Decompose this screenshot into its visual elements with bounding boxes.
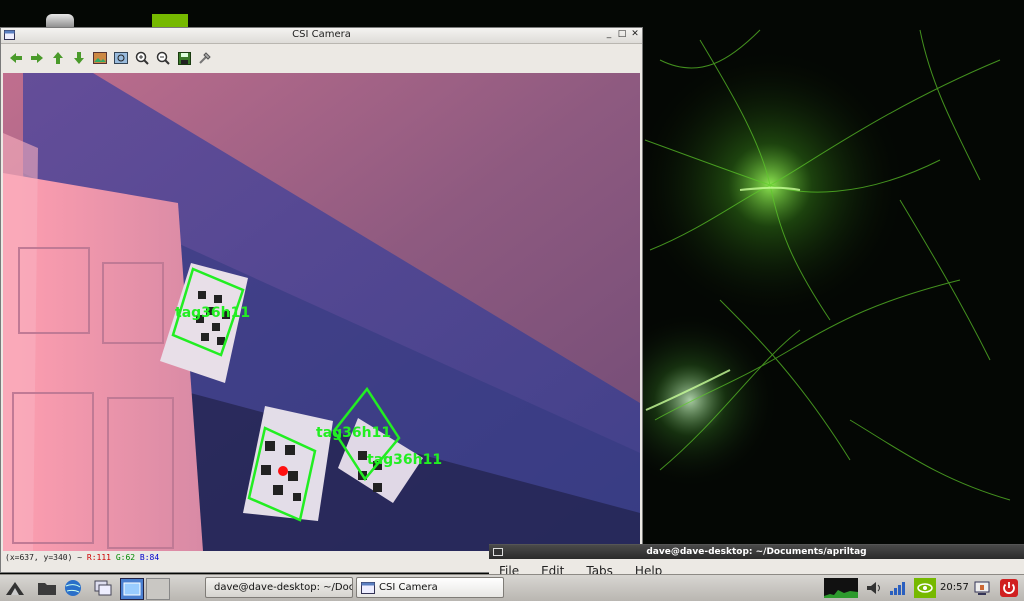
arrow-right-icon[interactable] bbox=[28, 49, 46, 67]
arrow-down-icon[interactable] bbox=[70, 49, 88, 67]
task-terminal-label: dave@dave-desktop: ~/Doc... bbox=[214, 582, 353, 593]
arrow-up-icon[interactable] bbox=[49, 49, 67, 67]
tag-label-3: tag36h11 bbox=[367, 452, 442, 468]
camera-window-title: CSI Camera bbox=[292, 29, 351, 40]
workspace-1-icon[interactable] bbox=[120, 578, 144, 600]
pixel-red-value: R:111 bbox=[86, 553, 111, 562]
maximize-button[interactable]: □ bbox=[617, 29, 627, 40]
image-icon[interactable] bbox=[91, 49, 109, 67]
close-button[interactable]: ✕ bbox=[630, 29, 640, 40]
tag-label-1: tag36h11 bbox=[175, 305, 250, 321]
volume-icon[interactable] bbox=[864, 578, 884, 598]
file-manager-icon[interactable] bbox=[36, 578, 58, 598]
clock[interactable]: 20:57 bbox=[940, 582, 969, 593]
camera-image-view[interactable]: tag36h11 tag36h11 tag36h11 bbox=[3, 73, 640, 551]
web-browser-icon[interactable] bbox=[62, 578, 84, 598]
camera-toolbar bbox=[1, 44, 642, 72]
desktop-nvidia-icon[interactable] bbox=[152, 14, 188, 28]
arrow-left-icon[interactable] bbox=[7, 49, 25, 67]
properties-icon[interactable] bbox=[196, 49, 214, 67]
task-terminal[interactable]: dave@dave-desktop: ~/Doc... bbox=[205, 577, 353, 598]
workspace-2-icon[interactable] bbox=[146, 578, 170, 600]
network-signal-icon[interactable] bbox=[888, 578, 908, 598]
zoom-fit-icon[interactable] bbox=[112, 49, 130, 67]
power-icon[interactable] bbox=[998, 578, 1020, 598]
cpu-monitor-graph bbox=[824, 578, 858, 598]
save-icon[interactable] bbox=[175, 49, 193, 67]
csi-camera-window[interactable]: CSI Camera _ □ ✕ tag36h11 tag36h11 tag36… bbox=[0, 27, 643, 573]
zoom-in-icon[interactable] bbox=[133, 49, 151, 67]
start-menu-icon[interactable] bbox=[4, 578, 26, 598]
terminal-window-icon[interactable] bbox=[493, 548, 503, 556]
camera-titlebar[interactable]: CSI Camera _ □ ✕ bbox=[1, 28, 642, 44]
terminal-titlebar[interactable]: dave@dave-desktop: ~/Documents/apriltag bbox=[489, 545, 1024, 559]
cursor-coords: (x=637, y=340) ~ bbox=[5, 553, 83, 562]
terminal-window-title: dave@dave-desktop: ~/Documents/apriltag bbox=[646, 547, 867, 557]
task-csi-camera[interactable]: CSI Camera bbox=[356, 577, 504, 598]
desktop-drive-icon[interactable] bbox=[46, 14, 74, 28]
show-desktop-icon[interactable] bbox=[92, 578, 114, 598]
nvidia-settings-icon[interactable] bbox=[914, 578, 936, 598]
pixel-green-value: G:62 bbox=[115, 553, 136, 562]
window-icon bbox=[361, 581, 375, 594]
pixel-blue-value: B:84 bbox=[139, 553, 160, 562]
minimize-button[interactable]: _ bbox=[604, 29, 614, 40]
screen-lock-icon[interactable] bbox=[972, 578, 992, 598]
zoom-out-icon[interactable] bbox=[154, 49, 172, 67]
terminal-window[interactable]: dave@dave-desktop: ~/Documents/apriltag … bbox=[489, 544, 1024, 575]
task-csi-camera-label: CSI Camera bbox=[379, 582, 438, 593]
camera-status-bar: (x=637, y=340) ~ R:111 G:62 B:84 bbox=[5, 553, 159, 562]
tag-label-2: tag36h11 bbox=[316, 425, 391, 441]
taskbar: dave@dave-desktop: ~/Doc... CSI Camera 2… bbox=[0, 574, 1024, 601]
